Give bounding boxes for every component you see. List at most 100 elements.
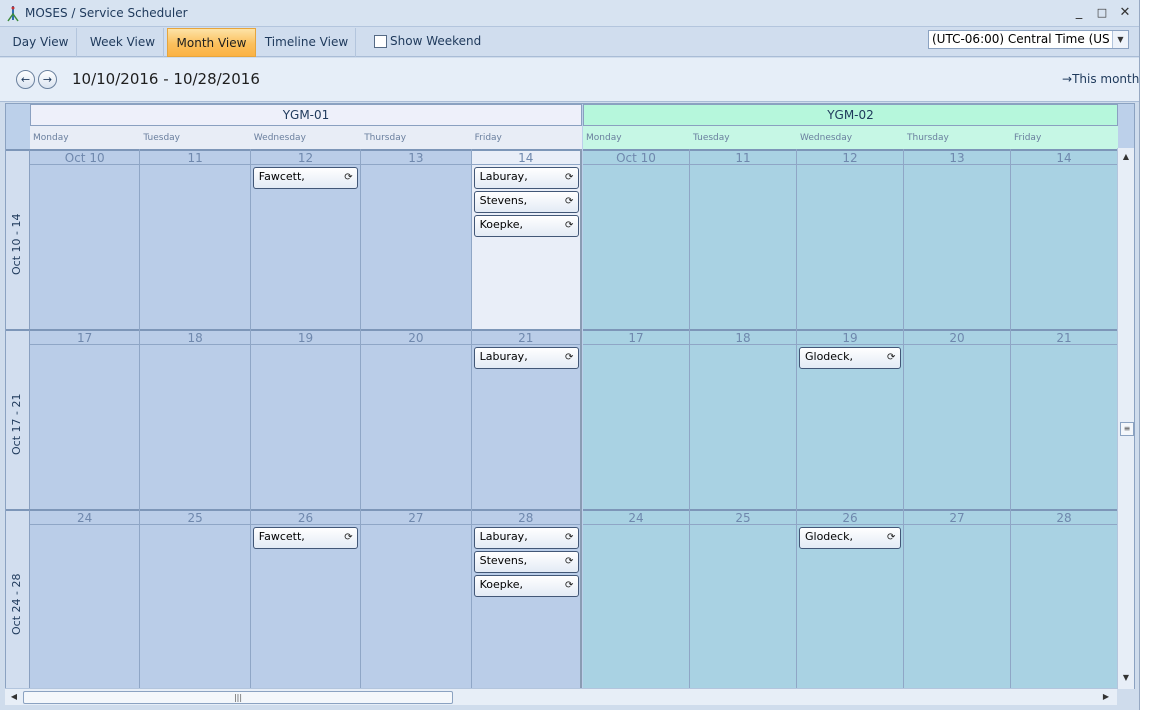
appointment[interactable]: Glodeck, ⟳ bbox=[799, 527, 901, 549]
timezone-select[interactable]: (UTC-06:00) Central Time (US & C ▼ bbox=[928, 30, 1129, 49]
appointment-label: Laburay, bbox=[479, 530, 528, 543]
day-number: 18 bbox=[140, 329, 250, 345]
recurrence-icon: ⟳ bbox=[344, 532, 353, 543]
day-cell[interactable]: 13 bbox=[361, 149, 472, 329]
tab-day-view[interactable]: Day View bbox=[5, 28, 77, 57]
show-weekend-label[interactable]: Show Weekend bbox=[390, 34, 481, 48]
minimize-button[interactable]: _ bbox=[1071, 4, 1087, 22]
show-weekend-checkbox[interactable] bbox=[374, 35, 387, 48]
day-cell[interactable]: 11 bbox=[690, 149, 797, 329]
day-number: Oct 10 bbox=[30, 149, 140, 165]
prev-period-button[interactable]: ← bbox=[16, 70, 35, 89]
vertical-scroll-thumb[interactable]: ≡ bbox=[1120, 422, 1134, 436]
day-cell[interactable]: 20 bbox=[904, 329, 1011, 509]
next-period-button[interactable]: → bbox=[38, 70, 57, 89]
day-cell[interactable]: 21 bbox=[1011, 329, 1118, 509]
horizontal-scroll-thumb[interactable]: ||| bbox=[23, 691, 453, 704]
day-cell[interactable]: 11 bbox=[140, 149, 251, 329]
day-name-label: Thursday bbox=[907, 133, 949, 143]
appointment-label: Glodeck, bbox=[805, 530, 853, 543]
day-cell[interactable]: 12 bbox=[797, 149, 904, 329]
day-cell[interactable]: Oct 10 bbox=[30, 149, 141, 329]
day-cell[interactable]: 24 bbox=[30, 509, 141, 688]
day-cell[interactable]: 25 bbox=[140, 509, 251, 688]
day-number: 12 bbox=[797, 149, 903, 165]
week-label: Oct 17 - 21 bbox=[10, 393, 23, 455]
day-number: 26 bbox=[797, 509, 903, 525]
day-number: 27 bbox=[904, 509, 1010, 525]
day-number: 24 bbox=[30, 509, 140, 525]
appointment[interactable]: Fawcett, ⟳ bbox=[252, 527, 359, 549]
appointment-label: Stevens, bbox=[479, 554, 528, 567]
appointment[interactable]: Laburay, ⟳ bbox=[473, 527, 579, 549]
dropdown-arrow-icon[interactable]: ▼ bbox=[1112, 31, 1128, 48]
tab-timeline-view[interactable]: Timeline View bbox=[258, 28, 356, 57]
day-cell[interactable]: 17 bbox=[583, 329, 690, 509]
day-name-label: Monday bbox=[586, 133, 622, 143]
day-cell[interactable]: 28 bbox=[1011, 509, 1118, 688]
recurrence-icon: ⟳ bbox=[564, 532, 574, 543]
day-number: 19 bbox=[250, 329, 361, 345]
recurrence-icon: ⟳ bbox=[887, 532, 896, 543]
day-number: 14 bbox=[471, 149, 580, 165]
date-navigation-bar: ← → 10/10/2016 - 10/28/2016 →This month bbox=[0, 58, 1139, 102]
appointment-label: Koepke, bbox=[479, 218, 523, 231]
day-number: 27 bbox=[361, 509, 471, 525]
view-toolbar: Day View Week View Month View Timeline V… bbox=[0, 27, 1139, 57]
tab-week-view[interactable]: Week View bbox=[82, 28, 164, 57]
horizontal-scrollbar[interactable]: ◀ ||| ▶ bbox=[5, 688, 1117, 705]
appointment-label: Laburay, bbox=[479, 170, 528, 183]
appointment-label: Fawcett, bbox=[258, 170, 305, 183]
appointment[interactable]: Stevens, ⟳ bbox=[473, 551, 579, 573]
day-number: 12 bbox=[250, 149, 361, 165]
day-number: 11 bbox=[690, 149, 796, 165]
recurrence-icon: ⟳ bbox=[564, 556, 574, 567]
day-name-label: Wednesday bbox=[253, 133, 306, 143]
day-cell[interactable]: Oct 10 bbox=[583, 149, 690, 329]
maximize-button[interactable]: □ bbox=[1094, 4, 1110, 22]
recurrence-icon: ⟳ bbox=[887, 352, 896, 363]
appointment-label: Fawcett, bbox=[258, 530, 305, 543]
day-number: 19 bbox=[797, 329, 903, 345]
scroll-left-icon[interactable]: ◀ bbox=[7, 690, 21, 704]
recurrence-icon: ⟳ bbox=[564, 220, 574, 231]
appointment[interactable]: Laburay, ⟳ bbox=[473, 347, 579, 369]
this-month-link[interactable]: →This month bbox=[1062, 72, 1139, 86]
day-cell[interactable]: 19 bbox=[250, 329, 362, 509]
day-number: 25 bbox=[690, 509, 796, 525]
close-button[interactable]: ✕ bbox=[1117, 4, 1133, 22]
scroll-down-icon[interactable]: ▼ bbox=[1119, 671, 1133, 685]
appointment[interactable]: Koepke, ⟳ bbox=[473, 215, 579, 237]
day-cell[interactable]: 27 bbox=[361, 509, 472, 688]
appointment[interactable]: Fawcett, ⟳ bbox=[252, 167, 359, 189]
appointment[interactable]: Stevens, ⟳ bbox=[473, 191, 579, 213]
appointment[interactable]: Laburay, ⟳ bbox=[473, 167, 579, 189]
day-number: 20 bbox=[904, 329, 1010, 345]
day-cell[interactable]: 24 bbox=[583, 509, 690, 688]
tab-month-view[interactable]: Month View bbox=[167, 28, 256, 57]
resource-header: YGM-02 bbox=[583, 104, 1118, 126]
appointment[interactable]: Koepke, ⟳ bbox=[473, 575, 579, 597]
day-cell[interactable]: 27 bbox=[904, 509, 1011, 688]
day-number: 17 bbox=[583, 329, 689, 345]
appointment-label: Glodeck, bbox=[805, 350, 853, 363]
day-cell[interactable]: 18 bbox=[690, 329, 797, 509]
recurrence-icon: ⟳ bbox=[564, 196, 574, 207]
day-number: 14 bbox=[1011, 149, 1117, 165]
day-number: 20 bbox=[361, 329, 471, 345]
day-number: 21 bbox=[471, 329, 580, 345]
this-month-label: This month bbox=[1072, 72, 1140, 86]
day-cell[interactable]: 25 bbox=[690, 509, 797, 688]
day-cell[interactable]: 14 bbox=[1011, 149, 1118, 329]
scroll-up-icon[interactable]: ▲ bbox=[1119, 150, 1133, 164]
appointment[interactable]: Glodeck, ⟳ bbox=[799, 347, 901, 369]
scroll-right-icon[interactable]: ▶ bbox=[1099, 690, 1113, 704]
day-cell[interactable]: 17 bbox=[30, 329, 141, 509]
day-cell[interactable]: 13 bbox=[904, 149, 1011, 329]
appointment-label: Koepke, bbox=[479, 578, 523, 591]
day-cell[interactable]: 18 bbox=[140, 329, 251, 509]
day-cell[interactable]: 20 bbox=[361, 329, 472, 509]
day-name-label: Monday bbox=[33, 133, 69, 143]
timezone-value: (UTC-06:00) Central Time (US & C bbox=[932, 32, 1129, 46]
vertical-scrollbar[interactable]: ▲ ≡ ▼ bbox=[1117, 148, 1134, 689]
